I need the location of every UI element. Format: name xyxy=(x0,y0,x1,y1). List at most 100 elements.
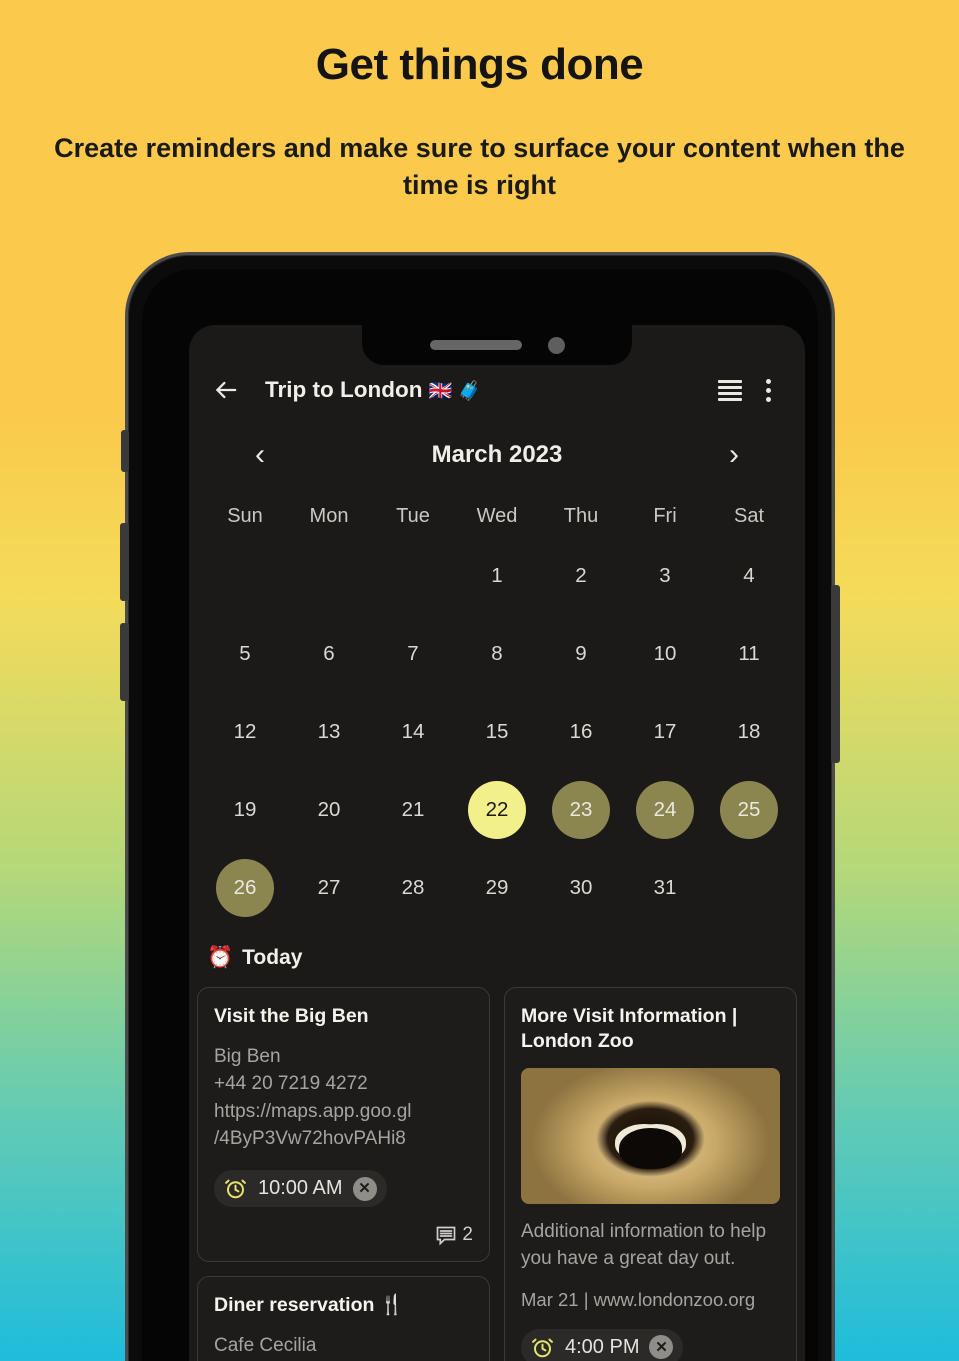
calendar-day-chip: 29 xyxy=(485,876,509,899)
front-camera-icon xyxy=(547,336,565,354)
reminder-chip[interactable]: 10:00 AM ✕ xyxy=(214,1170,387,1208)
calendar-day-chip: 14 xyxy=(401,720,425,743)
calendar-day-empty xyxy=(371,537,455,615)
calendar-day-2[interactable]: 2 xyxy=(539,537,623,615)
calendar-day-chip: 30 xyxy=(569,876,593,899)
note-title: Diner reservation 🍴 xyxy=(214,1293,473,1318)
calendar-day-11[interactable]: 11 xyxy=(707,615,791,693)
calendar-day-3[interactable]: 3 xyxy=(623,537,707,615)
calendar-day-7[interactable]: 7 xyxy=(371,615,455,693)
phone-notch xyxy=(362,325,632,365)
calendar-day-5[interactable]: 5 xyxy=(203,615,287,693)
calendar-day-chip: 17 xyxy=(653,720,677,743)
calendar-week-row: 19 20 21 22 23 24 25 xyxy=(203,771,791,849)
kebab-menu-icon[interactable] xyxy=(749,371,787,409)
calendar-day-10[interactable]: 10 xyxy=(623,615,707,693)
earpiece-speaker xyxy=(429,340,522,350)
today-section-header: ⏰ Today xyxy=(189,933,805,983)
page-title: Trip to London 🇬🇧 🧳 xyxy=(265,377,711,403)
calendar-day-22[interactable]: 22 xyxy=(455,771,539,849)
note-count: 2 xyxy=(462,1224,473,1246)
calendar-day-30[interactable]: 30 xyxy=(539,849,623,927)
calendar-weekday-fri: Fri xyxy=(653,504,677,527)
calendar-day-14[interactable]: 14 xyxy=(371,693,455,771)
phone-bezel: Trip to London 🇬🇧 🧳 ‹ March 2023 › Sun Mo… xyxy=(142,269,818,1361)
note-body-line: Additional information to help you have … xyxy=(521,1220,767,1270)
note-body-line: https://maps.app.goo.gl xyxy=(214,1100,412,1122)
note-meta: Mar 21 | www.londonzoo.org xyxy=(521,1288,756,1310)
calendar-day-25[interactable]: 25 xyxy=(707,771,791,849)
arrow-left-icon[interactable] xyxy=(207,371,245,409)
calendar-day-chip: 10 xyxy=(653,642,677,665)
calendar-day-chip: 16 xyxy=(569,720,593,743)
calendar-week-row: 5 6 7 8 9 10 11 xyxy=(203,615,791,693)
notes-grid: Visit the Big Ben Big Ben +44 20 7219 42… xyxy=(189,987,805,1361)
calendar-day-13[interactable]: 13 xyxy=(287,693,371,771)
notes-column-right: More Visit Information | London Zoo Addi… xyxy=(504,987,797,1361)
hamburger-icon[interactable] xyxy=(711,371,749,409)
calendar-day-27[interactable]: 27 xyxy=(287,849,371,927)
calendar-day-1[interactable]: 1 xyxy=(455,537,539,615)
alarm-clock-icon xyxy=(532,1338,553,1357)
calendar-day-31[interactable]: 31 xyxy=(623,849,707,927)
notes-column-left: Visit the Big Ben Big Ben +44 20 7219 42… xyxy=(197,987,490,1361)
reminder-chip[interactable]: 4:00 PM ✕ xyxy=(521,1328,684,1361)
calendar-day-chip: 7 xyxy=(407,642,419,665)
calendar-day-chip: 24 xyxy=(636,781,694,839)
note-body-line: /4ByP3Vw72hovPAHi8 xyxy=(214,1128,406,1150)
close-circle-icon[interactable]: ✕ xyxy=(649,1335,674,1360)
note-card[interactable]: Visit the Big Ben Big Ben +44 20 7219 42… xyxy=(197,987,490,1263)
phone-volume-up-button[interactable] xyxy=(120,523,129,601)
phone-power-button[interactable] xyxy=(831,585,840,763)
calendar-day-15[interactable]: 15 xyxy=(455,693,539,771)
calendar-day-chip: 31 xyxy=(653,876,677,899)
note-card[interactable]: Diner reservation 🍴 Cafe Cecilia xyxy=(197,1276,490,1361)
note-title-emoji: 🍴 xyxy=(379,1294,405,1317)
note-title-text: Diner reservation xyxy=(214,1294,375,1317)
calendar-week-row: 12 13 14 15 16 17 18 xyxy=(203,693,791,771)
phone-volume-down-button[interactable] xyxy=(120,623,129,701)
note-title: Visit the Big Ben xyxy=(214,1005,369,1027)
calendar-day-26[interactable]: 26 xyxy=(203,849,287,927)
phone-screen: Trip to London 🇬🇧 🧳 ‹ March 2023 › Sun Mo… xyxy=(189,325,805,1361)
page-title-emoji: 🇬🇧 🧳 xyxy=(428,381,482,402)
calendar-day-16[interactable]: 16 xyxy=(539,693,623,771)
calendar-day-29[interactable]: 29 xyxy=(455,849,539,927)
calendar-day-19[interactable]: 19 xyxy=(203,771,287,849)
calendar-day-chip: 23 xyxy=(552,781,610,839)
calendar-weekday-sun: Sun xyxy=(227,504,263,527)
calendar-day-17[interactable]: 17 xyxy=(623,693,707,771)
calendar-day-9[interactable]: 9 xyxy=(539,615,623,693)
reminder-time: 4:00 PM xyxy=(565,1335,640,1358)
calendar-day-chip: 11 xyxy=(738,642,760,665)
calendar-day-18[interactable]: 18 xyxy=(707,693,791,771)
calendar-day-chip: 19 xyxy=(233,798,257,821)
calendar-day-chip: 13 xyxy=(317,720,341,743)
calendar-day-12[interactable]: 12 xyxy=(203,693,287,771)
calendar-week-row: 1 2 3 4 xyxy=(203,537,791,615)
calendar-weekday-row: Sun Mon Tue Wed Thu Fri Sat xyxy=(203,495,791,537)
chevron-right-icon[interactable]: › xyxy=(711,432,757,478)
note-body: Cafe Cecilia xyxy=(214,1332,473,1359)
close-circle-icon[interactable]: ✕ xyxy=(352,1176,377,1201)
note-card[interactable]: More Visit Information | London Zoo Addi… xyxy=(504,987,797,1361)
calendar-day-24[interactable]: 24 xyxy=(623,771,707,849)
roaring-lion-photo xyxy=(521,1067,780,1204)
page-title-text: Trip to London xyxy=(265,377,423,402)
calendar-day-28[interactable]: 28 xyxy=(371,849,455,927)
note-footer: 2 xyxy=(214,1223,473,1247)
calendar-day-6[interactable]: 6 xyxy=(287,615,371,693)
note-bubble-icon xyxy=(437,1227,456,1246)
calendar-weekday-wed: Wed xyxy=(476,504,518,527)
phone-silent-switch[interactable] xyxy=(121,430,129,472)
calendar-day-21[interactable]: 21 xyxy=(371,771,455,849)
chevron-left-icon[interactable]: ‹ xyxy=(237,432,283,478)
note-body: Additional information to help you have … xyxy=(521,1218,780,1273)
calendar-week-row: 26 27 28 29 30 31 xyxy=(203,849,791,927)
calendar-day-8[interactable]: 8 xyxy=(455,615,539,693)
note-body-line: Big Ben xyxy=(214,1045,281,1067)
note-title: More Visit Information | London Zoo xyxy=(521,1005,738,1052)
calendar-day-20[interactable]: 20 xyxy=(287,771,371,849)
calendar-day-4[interactable]: 4 xyxy=(707,537,791,615)
calendar-day-23[interactable]: 23 xyxy=(539,771,623,849)
